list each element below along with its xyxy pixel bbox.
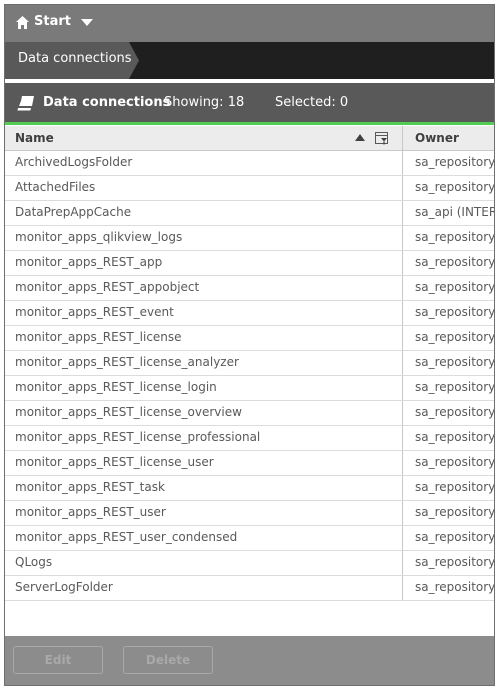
- top-bar: Start: [5, 5, 494, 42]
- cell-owner: sa_repository (: [415, 555, 495, 569]
- section-title: Data connections: [43, 95, 171, 110]
- table-row[interactable]: monitor_apps_REST_app sa_repository (: [5, 251, 495, 276]
- cell-name: ArchivedLogsFolder: [5, 151, 403, 175]
- section-header: Data connections Showing: 18 Selected: 0: [5, 83, 494, 125]
- column-filter-icon[interactable]: [374, 131, 389, 146]
- cell-name: monitor_apps_REST_event: [5, 301, 403, 325]
- edit-button[interactable]: Edit: [13, 646, 103, 674]
- cell-owner: sa_repository (: [415, 355, 495, 369]
- cell-owner: sa_repository (: [415, 530, 495, 544]
- cell-name: monitor_apps_REST_license: [5, 326, 403, 350]
- cell-owner: sa_repository (: [415, 330, 495, 344]
- table-row[interactable]: monitor_apps_REST_event sa_repository (: [5, 301, 495, 326]
- cell-name: monitor_apps_REST_license_professional: [5, 426, 403, 450]
- cell-owner: sa_repository (: [415, 280, 495, 294]
- table-row[interactable]: ArchivedLogsFolder sa_repository (: [5, 151, 495, 176]
- cell-owner: sa_repository (: [415, 230, 495, 244]
- column-header-name[interactable]: Name: [5, 126, 403, 151]
- column-header-name-label: Name: [15, 131, 54, 145]
- breadcrumb: Data connections: [5, 42, 494, 79]
- table-row[interactable]: monitor_apps_REST_task sa_repository (: [5, 476, 495, 501]
- table-row[interactable]: monitor_apps_REST_license_login sa_reposi…: [5, 376, 495, 401]
- cell-owner: sa_repository (: [415, 455, 495, 469]
- table-row[interactable]: monitor_apps_REST_license_professional sa…: [5, 426, 495, 451]
- cell-owner: sa_api (INTER: [415, 205, 495, 219]
- cell-name: monitor_apps_REST_user_condensed: [5, 526, 403, 550]
- cell-owner: sa_repository (: [415, 255, 495, 269]
- showing-count: Showing: 18: [164, 95, 245, 110]
- cell-name: monitor_apps_REST_license_login: [5, 376, 403, 400]
- cell-name: monitor_apps_REST_license_user: [5, 451, 403, 475]
- cell-owner: sa_repository (: [415, 155, 495, 169]
- start-link[interactable]: Start: [34, 14, 71, 29]
- cell-owner: sa_repository (: [415, 305, 495, 319]
- cell-name: QLogs: [5, 551, 403, 575]
- cell-name: monitor_apps_REST_appobject: [5, 276, 403, 300]
- qmc-window: Start Data connections Data connections …: [4, 4, 495, 686]
- table-row[interactable]: monitor_apps_REST_user_condensed sa_repos…: [5, 526, 495, 551]
- table-row[interactable]: monitor_apps_REST_user sa_repository (: [5, 501, 495, 526]
- cell-owner: sa_repository (: [415, 505, 495, 519]
- cell-name: monitor_apps_qlikview_logs: [5, 226, 403, 250]
- sort-ascending-icon[interactable]: [355, 134, 365, 141]
- action-footer: Edit Delete: [5, 636, 494, 685]
- table-row[interactable]: AttachedFiles sa_repository (: [5, 176, 495, 201]
- breadcrumb-item-data-connections[interactable]: Data connections: [5, 42, 139, 79]
- table-row[interactable]: monitor_apps_REST_license sa_repository (: [5, 326, 495, 351]
- cell-owner: sa_repository (: [415, 480, 495, 494]
- table-body: ArchivedLogsFolder sa_repository ( Attach…: [5, 151, 495, 601]
- column-header-owner[interactable]: Owner: [404, 126, 494, 151]
- table-row[interactable]: ServerLogFolder sa_repository (: [5, 576, 495, 601]
- cell-name: ServerLogFolder: [5, 576, 403, 600]
- cell-owner: sa_repository (: [415, 380, 495, 394]
- table-row[interactable]: QLogs sa_repository (: [5, 551, 495, 576]
- table-header: Name Owner: [5, 126, 494, 151]
- cell-owner: sa_repository (: [415, 180, 495, 194]
- table-row[interactable]: monitor_apps_REST_license_analyzer sa_rep…: [5, 351, 495, 376]
- cell-name: monitor_apps_REST_user: [5, 501, 403, 525]
- cell-name: monitor_apps_REST_license_overview: [5, 401, 403, 425]
- chevron-down-icon[interactable]: [81, 19, 93, 26]
- delete-button[interactable]: Delete: [123, 646, 213, 674]
- cell-name: AttachedFiles: [5, 176, 403, 200]
- table-row[interactable]: monitor_apps_qlikview_logs sa_repository …: [5, 226, 495, 251]
- cell-name: DataPrepAppCache: [5, 201, 403, 225]
- cell-name: monitor_apps_REST_license_analyzer: [5, 351, 403, 375]
- table-row[interactable]: DataPrepAppCache sa_api (INTER: [5, 201, 495, 226]
- cell-owner: sa_repository (: [415, 430, 495, 444]
- data-connection-icon: [17, 96, 34, 111]
- cell-owner: sa_repository (: [415, 405, 495, 419]
- cell-owner: sa_repository (: [415, 580, 495, 594]
- cell-name: monitor_apps_REST_task: [5, 476, 403, 500]
- table-row[interactable]: monitor_apps_REST_license_overview sa_rep…: [5, 401, 495, 426]
- cell-name: monitor_apps_REST_app: [5, 251, 403, 275]
- table-row[interactable]: monitor_apps_REST_license_user sa_reposit…: [5, 451, 495, 476]
- column-header-owner-label: Owner: [415, 131, 459, 145]
- table-row[interactable]: monitor_apps_REST_appobject sa_repository…: [5, 276, 495, 301]
- home-icon[interactable]: [15, 15, 30, 30]
- selected-count: Selected: 0: [275, 95, 349, 110]
